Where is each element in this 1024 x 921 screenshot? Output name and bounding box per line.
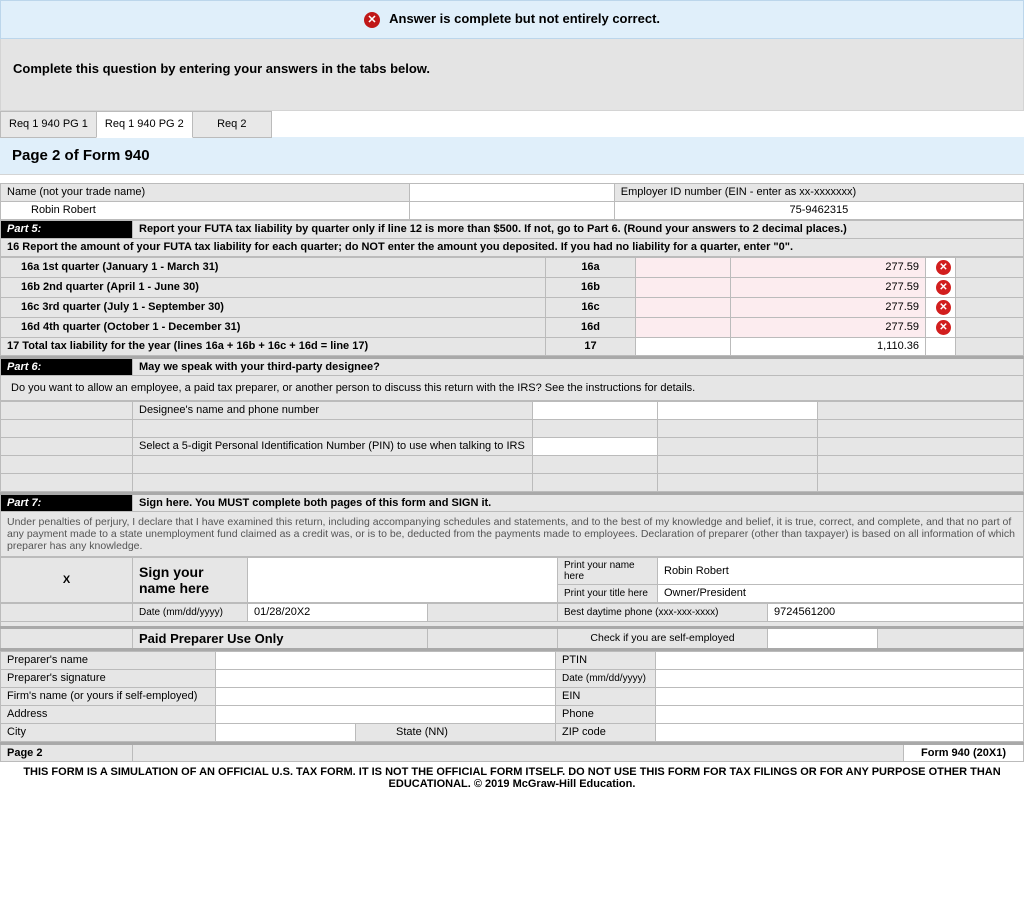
row-16d-value[interactable]: 277.59 bbox=[885, 321, 919, 333]
print-title-value[interactable]: Owner/President bbox=[658, 584, 1024, 602]
part7-title: Sign here. You MUST complete both pages … bbox=[133, 493, 1024, 511]
row-16c-label: 16c 3rd quarter (July 1 - September 30) bbox=[1, 297, 546, 317]
row-16d-label: 16d 4th quarter (October 1 - December 31… bbox=[1, 317, 546, 337]
wrong-icon: ✕ bbox=[936, 280, 951, 295]
part5-title: Report your FUTA tax liability by quarte… bbox=[133, 220, 1024, 238]
line16-instruction: 16 Report the amount of your FUTA tax li… bbox=[1, 238, 1024, 256]
state-label: State (NN) bbox=[356, 723, 556, 741]
preparer-date-label: Date (mm/dd/yyyy) bbox=[556, 669, 656, 687]
row-17-code: 17 bbox=[546, 337, 636, 355]
form-revision: Form 940 (20X1) bbox=[904, 743, 1024, 761]
zip-input[interactable] bbox=[656, 723, 1024, 741]
row-16c-code: 16c bbox=[546, 297, 636, 317]
ein-input[interactable] bbox=[656, 687, 1024, 705]
wrong-icon: ✕ bbox=[936, 300, 951, 315]
print-title-label: Print your title here bbox=[558, 584, 658, 602]
row-16a-code: 16a bbox=[546, 257, 636, 277]
sign-x: X bbox=[1, 557, 133, 602]
self-employed-check[interactable] bbox=[768, 627, 878, 649]
tab-req1-pg1[interactable]: Req 1 940 PG 1 bbox=[0, 111, 97, 138]
daytime-phone-label: Best daytime phone (xxx-xxx-xxxx) bbox=[558, 603, 768, 621]
alert-text: Answer is complete but not entirely corr… bbox=[389, 11, 660, 26]
row-16a-value[interactable]: 277.59 bbox=[885, 261, 919, 273]
city-input[interactable] bbox=[216, 723, 356, 741]
row-16b-code: 16b bbox=[546, 277, 636, 297]
address-label: Address bbox=[1, 705, 216, 723]
perjury-text: Under penalties of perjury, I declare th… bbox=[0, 512, 1024, 557]
page-title: Page 2 of Form 940 bbox=[0, 137, 1024, 175]
part7-label: Part 7: bbox=[1, 493, 133, 511]
phone-input[interactable] bbox=[656, 705, 1024, 723]
paid-preparer-header: Paid Preparer Use Only bbox=[133, 627, 428, 649]
tab-req1-pg2[interactable]: Req 1 940 PG 2 bbox=[96, 111, 193, 138]
preparer-name-input[interactable] bbox=[216, 651, 556, 669]
designee-phone-input[interactable] bbox=[658, 401, 818, 419]
designee-label: Designee's name and phone number bbox=[133, 401, 533, 419]
status-alert: ✕ Answer is complete but not entirely co… bbox=[0, 0, 1024, 39]
self-employed-label: Check if you are self-employed bbox=[558, 627, 768, 649]
part5-label: Part 5: bbox=[1, 220, 133, 238]
pin-input[interactable] bbox=[533, 437, 658, 455]
row-16b-value[interactable]: 277.59 bbox=[885, 281, 919, 293]
part6-label: Part 6: bbox=[1, 357, 133, 375]
firm-name-label: Firm's name (or yours if self-employed) bbox=[1, 687, 216, 705]
daytime-phone-value[interactable]: 9724561200 bbox=[768, 603, 1024, 621]
disclaimer-text: THIS FORM IS A SIMULATION OF AN OFFICIAL… bbox=[0, 762, 1024, 794]
ptin-label: PTIN bbox=[556, 651, 656, 669]
ein-value: 75-9462315 bbox=[614, 201, 1023, 219]
date-label: Date (mm/dd/yyyy) bbox=[133, 603, 248, 621]
phone-label2: Phone bbox=[556, 705, 656, 723]
ptin-input[interactable] bbox=[656, 651, 1024, 669]
name-value: Robin Robert bbox=[1, 201, 410, 219]
preparer-date-input[interactable] bbox=[656, 669, 1024, 687]
print-name-label: Print your name here bbox=[558, 557, 658, 584]
part6-question: Do you want to allow an employee, a paid… bbox=[1, 375, 1024, 400]
part6-title: May we speak with your third-party desig… bbox=[133, 357, 1024, 375]
designee-name-input[interactable] bbox=[533, 401, 658, 419]
preparer-sig-label: Preparer's signature bbox=[1, 669, 216, 687]
row-16a-label: 16a 1st quarter (January 1 - March 31) bbox=[1, 257, 546, 277]
tab-bar: Req 1 940 PG 1 Req 1 940 PG 2 Req 2 bbox=[0, 111, 1024, 138]
print-name-value[interactable]: Robin Robert bbox=[658, 557, 1024, 584]
signature-box[interactable] bbox=[248, 557, 558, 602]
row-16b-label: 16b 2nd quarter (April 1 - June 30) bbox=[1, 277, 546, 297]
ein-label2: EIN bbox=[556, 687, 656, 705]
sign-label: Sign your name here bbox=[133, 557, 248, 602]
address-input[interactable] bbox=[216, 705, 556, 723]
row-16d-code: 16d bbox=[546, 317, 636, 337]
ein-label: Employer ID number (EIN - enter as xx-xx… bbox=[614, 183, 1023, 201]
date-value[interactable]: 01/28/20X2 bbox=[248, 603, 428, 621]
row-17-label: 17 Total tax liability for the year (lin… bbox=[1, 337, 546, 355]
name-label: Name (not your trade name) bbox=[1, 183, 410, 201]
error-icon: ✕ bbox=[364, 12, 380, 28]
preparer-sig-input[interactable] bbox=[216, 669, 556, 687]
pin-label: Select a 5-digit Personal Identification… bbox=[133, 437, 533, 455]
wrong-icon: ✕ bbox=[936, 320, 951, 335]
row-17-value: 1,110.36 bbox=[877, 340, 919, 352]
page2-label: Page 2 bbox=[1, 743, 133, 761]
city-label: City bbox=[1, 723, 216, 741]
row-16c-value[interactable]: 277.59 bbox=[885, 301, 919, 313]
instruction-panel: Complete this question by entering your … bbox=[0, 39, 1024, 111]
zip-label: ZIP code bbox=[556, 723, 656, 741]
preparer-name-label: Preparer's name bbox=[1, 651, 216, 669]
wrong-icon: ✕ bbox=[936, 260, 951, 275]
firm-name-input[interactable] bbox=[216, 687, 556, 705]
tab-req2[interactable]: Req 2 bbox=[192, 111, 272, 138]
